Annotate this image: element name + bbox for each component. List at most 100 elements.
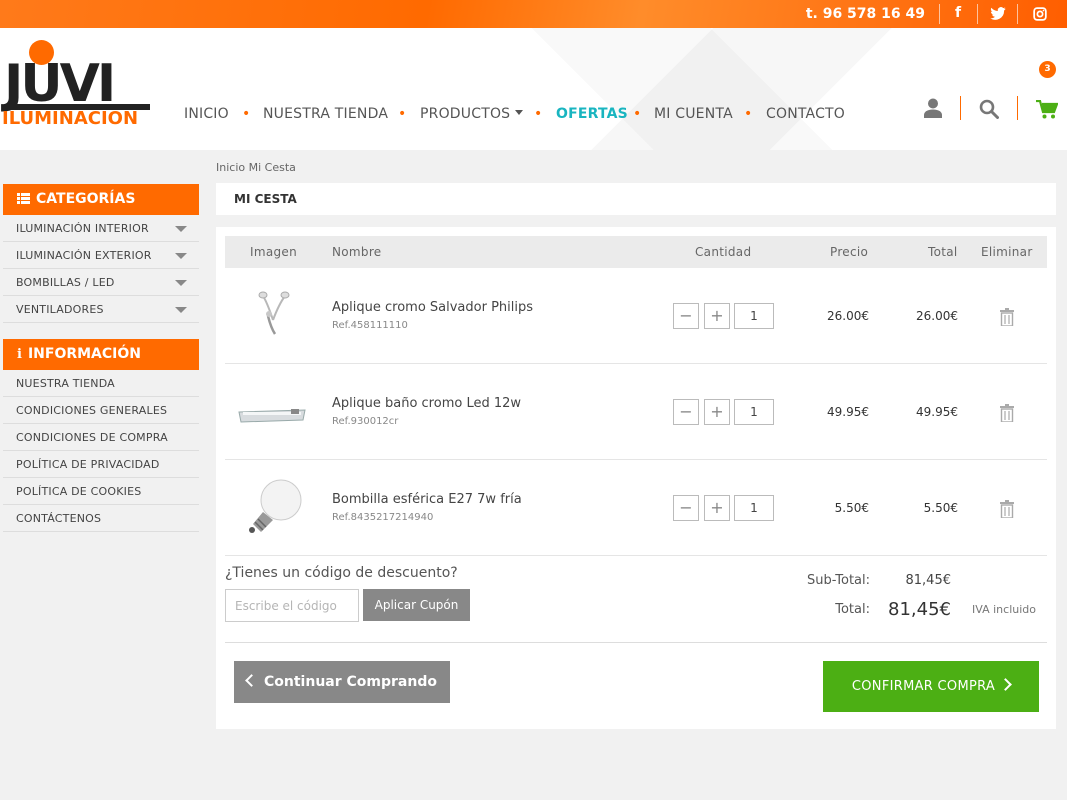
chevron-down-icon[interactable] (175, 226, 187, 232)
total-label: Total: (835, 602, 870, 617)
info-heading: i INFORMACIÓN (3, 339, 199, 370)
subtotal-label: Sub-Total: (807, 573, 870, 588)
sidebar-item-condiciones-compra[interactable]: CONDICIONES DE COMPRA (3, 424, 199, 451)
sidebar-item-privacidad[interactable]: POLÍTICA DE PRIVACIDAD (3, 451, 199, 478)
site-header: JUVI ILUMINACION INICIO • NUESTRA TIENDA… (0, 28, 1067, 150)
categories-title: CATEGORÍAS (36, 191, 136, 207)
quantity-decrease-button[interactable]: − (673, 495, 699, 521)
nav-separator: • (633, 106, 642, 122)
cart-icon[interactable] (1036, 100, 1058, 120)
table-row: Bombilla esférica E27 7w fría Ref.843521… (225, 460, 1047, 556)
sidebar-item-label: ILUMINACIÓN INTERIOR (16, 222, 149, 235)
table-row: Aplique cromo Salvador Philips Ref.45811… (225, 268, 1047, 364)
quantity-input[interactable]: 1 (734, 303, 774, 329)
divider (960, 96, 961, 120)
sidebar-item-ventiladores[interactable]: VENTILADORES (3, 296, 199, 323)
nav-item-nuestra-tienda[interactable]: NUESTRA TIENDA (263, 106, 388, 122)
categories-list: ILUMINACIÓN INTERIOR ILUMINACIÓN EXTERIO… (3, 215, 199, 323)
nav-item-ofertas[interactable]: OFERTAS (556, 106, 628, 122)
column-header: Imagen (250, 245, 297, 259)
coupon-question: ¿Tienes un código de descuento? (225, 565, 458, 581)
quantity-input[interactable]: 1 (734, 399, 774, 425)
product-name[interactable]: Bombilla esférica E27 7w fría (332, 492, 522, 507)
unit-price: 26.00€ (827, 309, 869, 323)
coupon-input[interactable] (225, 589, 359, 622)
product-ref: Ref.458111110 (332, 320, 408, 331)
continue-shopping-button[interactable]: Continuar Comprando (234, 661, 450, 703)
product-name[interactable]: Aplique cromo Salvador Philips (332, 300, 533, 315)
sidebar-item-condiciones-generales[interactable]: CONDICIONES GENERALES (3, 397, 199, 424)
quantity-increase-button[interactable]: + (704, 495, 730, 521)
quantity-decrease-button[interactable]: − (673, 303, 699, 329)
info-title: INFORMACIÓN (27, 346, 141, 362)
site-logo[interactable]: JUVI ILUMINACION (2, 40, 152, 129)
subtotal-value: 81,45€ (905, 573, 952, 588)
line-total: 5.50€ (923, 501, 958, 515)
chevron-left-icon (245, 674, 258, 687)
quantity-increase-button[interactable]: + (704, 303, 730, 329)
trash-icon[interactable] (999, 500, 1015, 518)
user-icon[interactable] (924, 98, 942, 118)
divider (977, 4, 978, 24)
product-ref: Ref.930012cr (332, 416, 399, 427)
phone-number[interactable]: t. 96 578 16 49 (806, 6, 925, 22)
logo-wordmark: JUVI (4, 54, 116, 114)
confirm-purchase-button[interactable]: CONFIRMAR COMPRA (823, 661, 1039, 712)
product-name[interactable]: Aplique baño cromo Led 12w (332, 396, 521, 411)
sidebar-item-nuestra-tienda[interactable]: NUESTRA TIENDA (3, 370, 199, 397)
nav-separator: • (398, 106, 407, 122)
line-total: 49.95€ (916, 405, 958, 419)
trash-icon[interactable] (999, 308, 1015, 326)
chevron-down-icon[interactable] (175, 280, 187, 286)
chevron-down-icon (515, 110, 524, 115)
sidebar-item-label: ILUMINACIÓN EXTERIOR (16, 249, 152, 262)
sidebar-item-cookies[interactable]: POLÍTICA DE COOKIES (3, 478, 199, 505)
page-title: MI CESTA (216, 183, 1056, 215)
chevron-right-icon (999, 678, 1012, 691)
nav-item-contacto[interactable]: CONTACTO (766, 106, 845, 122)
column-header: Nombre (332, 245, 382, 259)
facebook-icon[interactable]: f (948, 5, 968, 21)
trash-icon[interactable] (999, 404, 1015, 422)
nav-item-inicio[interactable]: INICIO (184, 106, 229, 122)
line-total: 26.00€ (916, 309, 958, 323)
nav-item-productos[interactable]: PRODUCTOS (420, 106, 524, 122)
divider (225, 642, 1047, 643)
unit-price: 5.50€ (834, 501, 869, 515)
sidebar-item-bombillas-led[interactable]: BOMBILLAS / LED (3, 269, 199, 296)
chevron-down-icon[interactable] (175, 253, 187, 259)
tax-note: IVA incluido (972, 603, 1036, 616)
table-row: Aplique baño cromo Led 12w Ref.930012cr … (225, 364, 1047, 460)
cart-count-badge: 3 (1039, 61, 1056, 78)
column-header: Total (928, 245, 958, 259)
search-icon[interactable] (979, 99, 999, 119)
quantity-input[interactable]: 1 (734, 495, 774, 521)
product-ref: Ref.8435217214940 (332, 512, 434, 523)
quantity-decrease-button[interactable]: − (673, 399, 699, 425)
product-image[interactable] (235, 376, 311, 448)
sidebar-item-label: BOMBILLAS / LED (16, 276, 115, 289)
column-header: Precio (830, 245, 869, 259)
instagram-icon[interactable] (1030, 7, 1050, 21)
product-image[interactable] (235, 280, 311, 352)
divider (1017, 4, 1018, 24)
twitter-icon[interactable] (988, 7, 1008, 21)
product-image[interactable] (235, 472, 311, 544)
breadcrumb[interactable]: Inicio Mi Cesta (216, 161, 296, 174)
chevron-down-icon[interactable] (175, 307, 187, 313)
apply-coupon-button[interactable]: Aplicar Cupón (363, 589, 470, 621)
nav-separator: • (744, 106, 753, 122)
info-list: NUESTRA TIENDA CONDICIONES GENERALES CON… (3, 370, 199, 532)
sidebar-item-contactenos[interactable]: CONTÁCTENOS (3, 505, 199, 532)
column-header: Eliminar (981, 245, 1033, 259)
sidebar-item-iluminacion-exterior[interactable]: ILUMINACIÓN EXTERIOR (3, 242, 199, 269)
info-icon: i (17, 347, 22, 362)
sidebar-item-iluminacion-interior[interactable]: ILUMINACIÓN INTERIOR (3, 215, 199, 242)
divider (939, 4, 940, 24)
quantity-increase-button[interactable]: + (704, 399, 730, 425)
unit-price: 49.95€ (827, 405, 869, 419)
nav-item-mi-cuenta[interactable]: MI CUENTA (654, 106, 733, 122)
column-header: Cantidad (695, 245, 752, 259)
categories-heading: CATEGORÍAS (3, 184, 199, 215)
nav-item-productos-label: PRODUCTOS (420, 106, 511, 122)
